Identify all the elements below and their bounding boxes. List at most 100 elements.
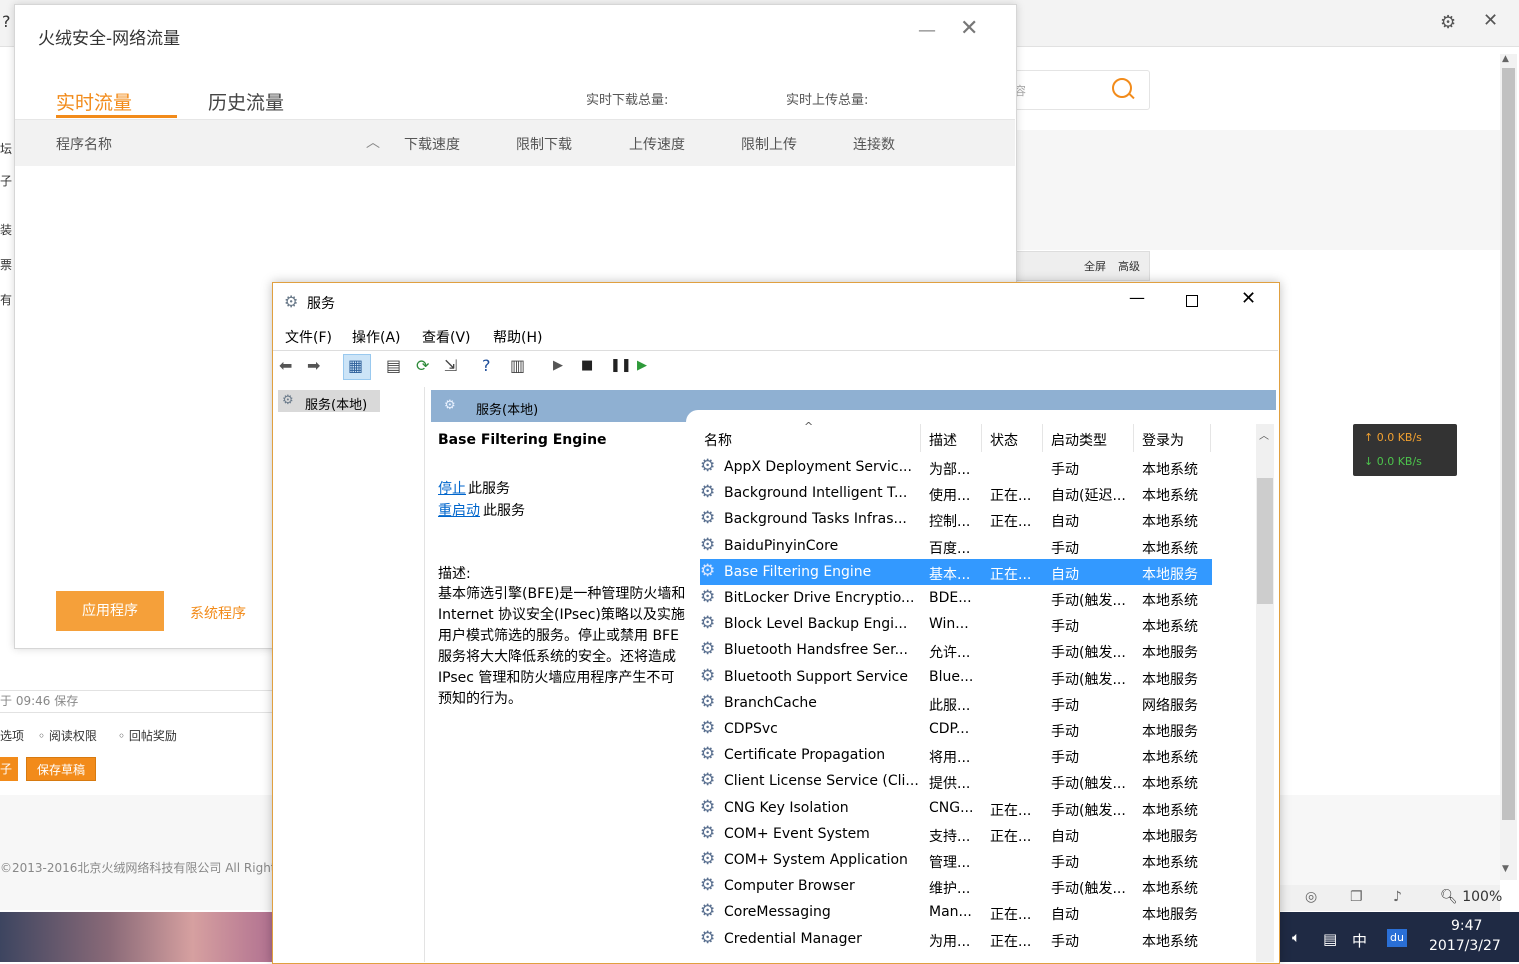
table-row[interactable]: ⚙ COM+ System Application 管理... 手动 本地系统: [700, 847, 1212, 873]
column-separator[interactable]: [1133, 424, 1134, 452]
table-row[interactable]: ⚙ Certificate Propagation 将用... 手动 本地系统: [700, 742, 1212, 768]
column-download-speed[interactable]: 下载速度: [404, 134, 460, 154]
table-row[interactable]: ⚙ Computer Browser 维护... 手动(触发... 本地系统: [700, 873, 1212, 899]
show-hide-icon[interactable]: ▥: [510, 356, 525, 375]
service-desc: 提供...: [929, 776, 971, 793]
column-startup-type[interactable]: 启动类型: [1051, 430, 1107, 450]
table-row[interactable]: ⚙ Bluetooth Handsfree Ser... 允许... 手动(触发...…: [700, 637, 1212, 663]
service-logon: 本地系统: [1142, 881, 1198, 898]
message-icon[interactable]: ▤: [1323, 930, 1337, 948]
search-icon[interactable]: [1112, 78, 1132, 98]
column-limit-upload[interactable]: 限制上传: [741, 134, 797, 154]
refresh-icon[interactable]: ⟳: [416, 356, 429, 375]
post-button[interactable]: 子: [0, 757, 18, 781]
ie-icon[interactable]: ◎: [1305, 889, 1317, 905]
table-row[interactable]: ⚙ Base Filtering Engine 基本... 正在... 自动 本地服务: [700, 558, 1212, 585]
column-logon-as[interactable]: 登录为: [1142, 430, 1184, 450]
zoom-level[interactable]: 🔍︎ 100%: [1440, 889, 1502, 905]
baidu-ime-icon[interactable]: du: [1387, 929, 1407, 947]
service-status: 正在...: [990, 566, 1032, 583]
option-item[interactable]: ◦ 阅读权限: [38, 727, 97, 744]
column-separator[interactable]: [1042, 424, 1043, 452]
window-icon[interactable]: ❐: [1350, 889, 1363, 905]
table-row[interactable]: ⚙ Bluetooth Support Service Blue... 手动(触发..…: [700, 664, 1212, 690]
clock-time[interactable]: 9:47: [1451, 918, 1482, 934]
close-icon[interactable]: ✕: [1483, 10, 1498, 31]
service-gear-icon: ⚙: [700, 691, 716, 712]
page-scrollbar-thumb[interactable]: [1502, 68, 1515, 820]
system-programs-button[interactable]: 系统程序: [190, 603, 246, 623]
table-row[interactable]: ⚙ CNG Key Isolation CNG... 正在... 手动(触发... 本地系…: [700, 795, 1212, 821]
export-list-icon[interactable]: ⇲: [444, 356, 457, 375]
clock-date[interactable]: 2017/3/27: [1429, 938, 1501, 954]
start-service-icon[interactable]: ▶: [553, 358, 563, 373]
stop-service-icon[interactable]: ■: [581, 358, 593, 373]
sort-up-icon[interactable]: ︿: [366, 132, 380, 152]
table-row[interactable]: ⚙ Client License Service (Cli... 提供... 手动(触…: [700, 768, 1212, 794]
column-status[interactable]: 状态: [990, 430, 1018, 450]
column-connections[interactable]: 连接数: [853, 134, 895, 154]
minimize-button[interactable]: —: [1129, 288, 1145, 307]
column-separator[interactable]: [981, 424, 982, 452]
column-name[interactable]: 名称: [704, 430, 732, 450]
maximize-button[interactable]: [1186, 295, 1198, 307]
menu-view[interactable]: 查看(V): [422, 327, 471, 347]
help-icon[interactable]: ?: [482, 356, 491, 375]
volume-icon[interactable]: 🔈︎: [1292, 930, 1300, 946]
divider: [0, 712, 275, 713]
apps-button[interactable]: 应用程序: [56, 591, 164, 631]
menu-help[interactable]: 帮助(H): [493, 327, 542, 347]
minimize-button[interactable]: —: [918, 20, 936, 41]
column-program-name[interactable]: 程序名称: [56, 134, 112, 154]
tab-realtime[interactable]: 实时流量: [56, 88, 132, 115]
console-tree-icon[interactable]: ▦: [348, 356, 363, 375]
service-gear-icon: ⚙: [700, 901, 716, 922]
option-item[interactable]: 选项: [0, 727, 24, 744]
service-gear-icon: ⚙: [700, 875, 716, 896]
gear-icon[interactable]: ⚙: [1440, 12, 1456, 33]
help-icon[interactable]: ?: [2, 12, 11, 31]
fullscreen-button[interactable]: 全屏: [1084, 258, 1106, 274]
column-separator[interactable]: [920, 424, 921, 452]
table-row[interactable]: ⚙ Background Tasks Infras... 控制... 正在... 自动 本…: [700, 506, 1212, 532]
table-row[interactable]: ⚙ Block Level Backup Engi... Win... 手动 本地系统: [700, 611, 1212, 637]
menu-action[interactable]: 操作(A): [352, 327, 401, 347]
tab-history[interactable]: 历史流量: [208, 88, 284, 115]
column-upload-speed[interactable]: 上传速度: [629, 134, 685, 154]
forward-icon[interactable]: ➡: [307, 356, 320, 375]
service-name: Background Intelligent T...: [724, 485, 908, 502]
service-startup-type: 自动(延迟...: [1051, 488, 1126, 505]
table-row[interactable]: ⚙ BranchCache 此服... 手动 网络服务: [700, 690, 1212, 716]
close-button[interactable]: ✕: [1241, 288, 1256, 309]
stop-service-link[interactable]: 停止: [438, 478, 466, 498]
service-startup-type: 自动: [1051, 514, 1079, 531]
column-separator[interactable]: [1210, 424, 1211, 452]
close-button[interactable]: ✕: [960, 16, 978, 41]
scroll-up-icon[interactable]: ︿: [1259, 427, 1269, 442]
pause-service-icon[interactable]: ❚❚: [610, 358, 632, 373]
sound-icon[interactable]: ♪: [1393, 889, 1402, 905]
services-scrollbar-thumb[interactable]: [1257, 478, 1273, 604]
restart-service-link[interactable]: 重启动: [438, 500, 480, 520]
properties-icon[interactable]: ▤: [386, 356, 401, 375]
restart-service-icon[interactable]: ▶: [637, 358, 647, 373]
table-row[interactable]: ⚙ BitLocker Drive Encryptio... BDE... 手动(触发…: [700, 585, 1212, 611]
service-gear-icon: ⚙: [700, 822, 716, 843]
table-row[interactable]: ⚙ Credential Manager 为用... 正在... 手动 本地系统: [700, 926, 1212, 952]
table-row[interactable]: ⚙ COM+ Event System 支持... 正在... 自动 本地服务: [700, 821, 1212, 847]
scroll-up-icon[interactable]: ▲: [1502, 54, 1509, 64]
column-limit-download[interactable]: 限制下载: [516, 134, 572, 154]
menu-file[interactable]: 文件(F): [285, 327, 332, 347]
table-row[interactable]: ⚙ AppX Deployment Servic... 为部... 手动 本地系统: [700, 454, 1212, 480]
scroll-down-icon[interactable]: ▼: [1502, 864, 1509, 874]
ime-indicator[interactable]: 中: [1352, 930, 1367, 951]
option-item[interactable]: ◦ 回帖奖励: [118, 727, 177, 744]
column-description[interactable]: 描述: [929, 430, 957, 450]
table-row[interactable]: ⚙ CDPSvc CDP... 手动 本地服务: [700, 716, 1212, 742]
advanced-button[interactable]: 高级: [1118, 258, 1140, 274]
table-row[interactable]: ⚙ BaiduPinyinCore 百度... 手动 本地系统: [700, 533, 1212, 559]
table-row[interactable]: ⚙ Background Intelligent T... 使用... 正在... 自动…: [700, 480, 1212, 506]
table-row[interactable]: ⚙ CoreMessaging Man... 正在... 自动 本地服务: [700, 899, 1212, 925]
save-draft-button[interactable]: 保存草稿: [26, 757, 96, 781]
back-icon[interactable]: ⬅: [279, 356, 292, 375]
